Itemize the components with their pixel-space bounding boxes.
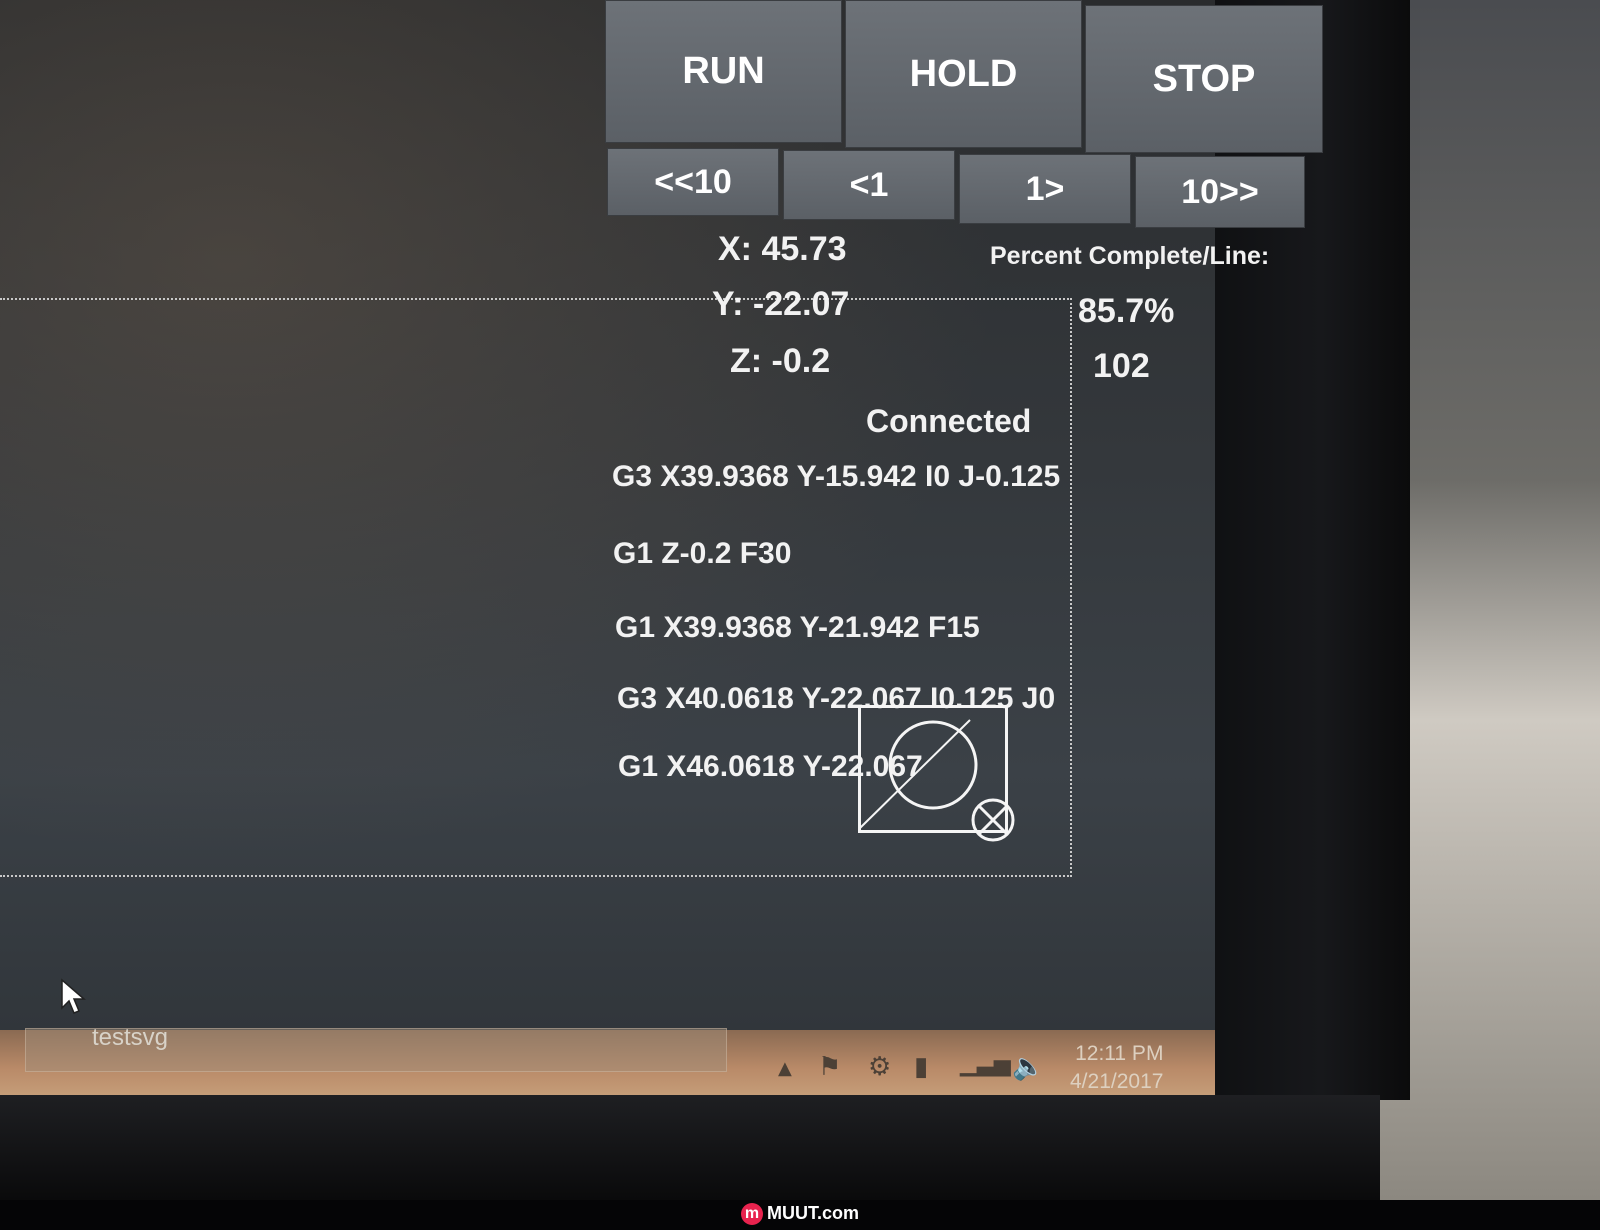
tool-position-icon xyxy=(971,798,1015,842)
watermark-logo: m xyxy=(740,1203,763,1226)
gcode-line: G1 X39.9368 Y-21.942 F15 xyxy=(615,611,980,644)
toolpath-drawing xyxy=(859,719,1015,842)
diagonal-path xyxy=(859,719,971,829)
battery-icon[interactable]: ▮ xyxy=(914,1052,928,1082)
taskbar-app-label: testsvg xyxy=(92,1024,169,1051)
clock-time: 12:11 PM xyxy=(1075,1042,1164,1065)
watermark: m MUUT.com xyxy=(0,1203,1600,1226)
current-line: 102 xyxy=(1093,347,1150,385)
percent-complete: 85.7% xyxy=(1078,292,1175,330)
speaker-icon[interactable]: 🔈 xyxy=(1012,1052,1044,1082)
circle-path xyxy=(888,720,978,810)
photo-background xyxy=(1380,0,1600,1200)
step-back-1-button[interactable]: <1 xyxy=(783,150,955,220)
step-forward-10-button[interactable]: 10>> xyxy=(1135,156,1305,228)
step-back-10-button[interactable]: <<10 xyxy=(607,148,779,216)
app-screen: RUN HOLD STOP <<10 <1 1> 10>> X: 45.73 Y… xyxy=(0,0,1323,1030)
signal-icon[interactable]: ▁▃▅ xyxy=(960,1052,1011,1077)
progress-label: Percent Complete/Line: xyxy=(990,242,1270,270)
tray-up-arrow-icon[interactable]: ▲ xyxy=(778,1058,792,1079)
clock-date: 4/21/2017 xyxy=(1070,1070,1164,1093)
gcode-line: G3 X39.9368 Y-15.942 I0 J-0.125 xyxy=(612,460,1061,493)
monitor-bezel-bottom xyxy=(0,1095,1380,1200)
watermark-text: MUUT.com xyxy=(766,1203,859,1223)
connection-status: Connected xyxy=(866,403,1032,439)
stop-button[interactable]: STOP xyxy=(1085,5,1323,153)
x-position: X: 45.73 xyxy=(718,230,847,268)
run-button[interactable]: RUN xyxy=(605,0,842,143)
cursor-arrow-icon xyxy=(61,978,87,1014)
hold-button[interactable]: HOLD xyxy=(845,0,1082,148)
taskbar-clock[interactable]: 12:11 PM 4/21/2017 xyxy=(1070,1040,1163,1096)
step-forward-1-button[interactable]: 1> xyxy=(959,154,1131,224)
gear-icon[interactable]: ⚙ xyxy=(868,1052,891,1082)
gcode-line: G1 Z-0.2 F30 xyxy=(613,537,792,570)
z-position: Z: -0.2 xyxy=(730,342,831,380)
flag-icon[interactable]: ⚑ xyxy=(818,1052,841,1082)
y-position: Y: -22.07 xyxy=(712,285,850,323)
